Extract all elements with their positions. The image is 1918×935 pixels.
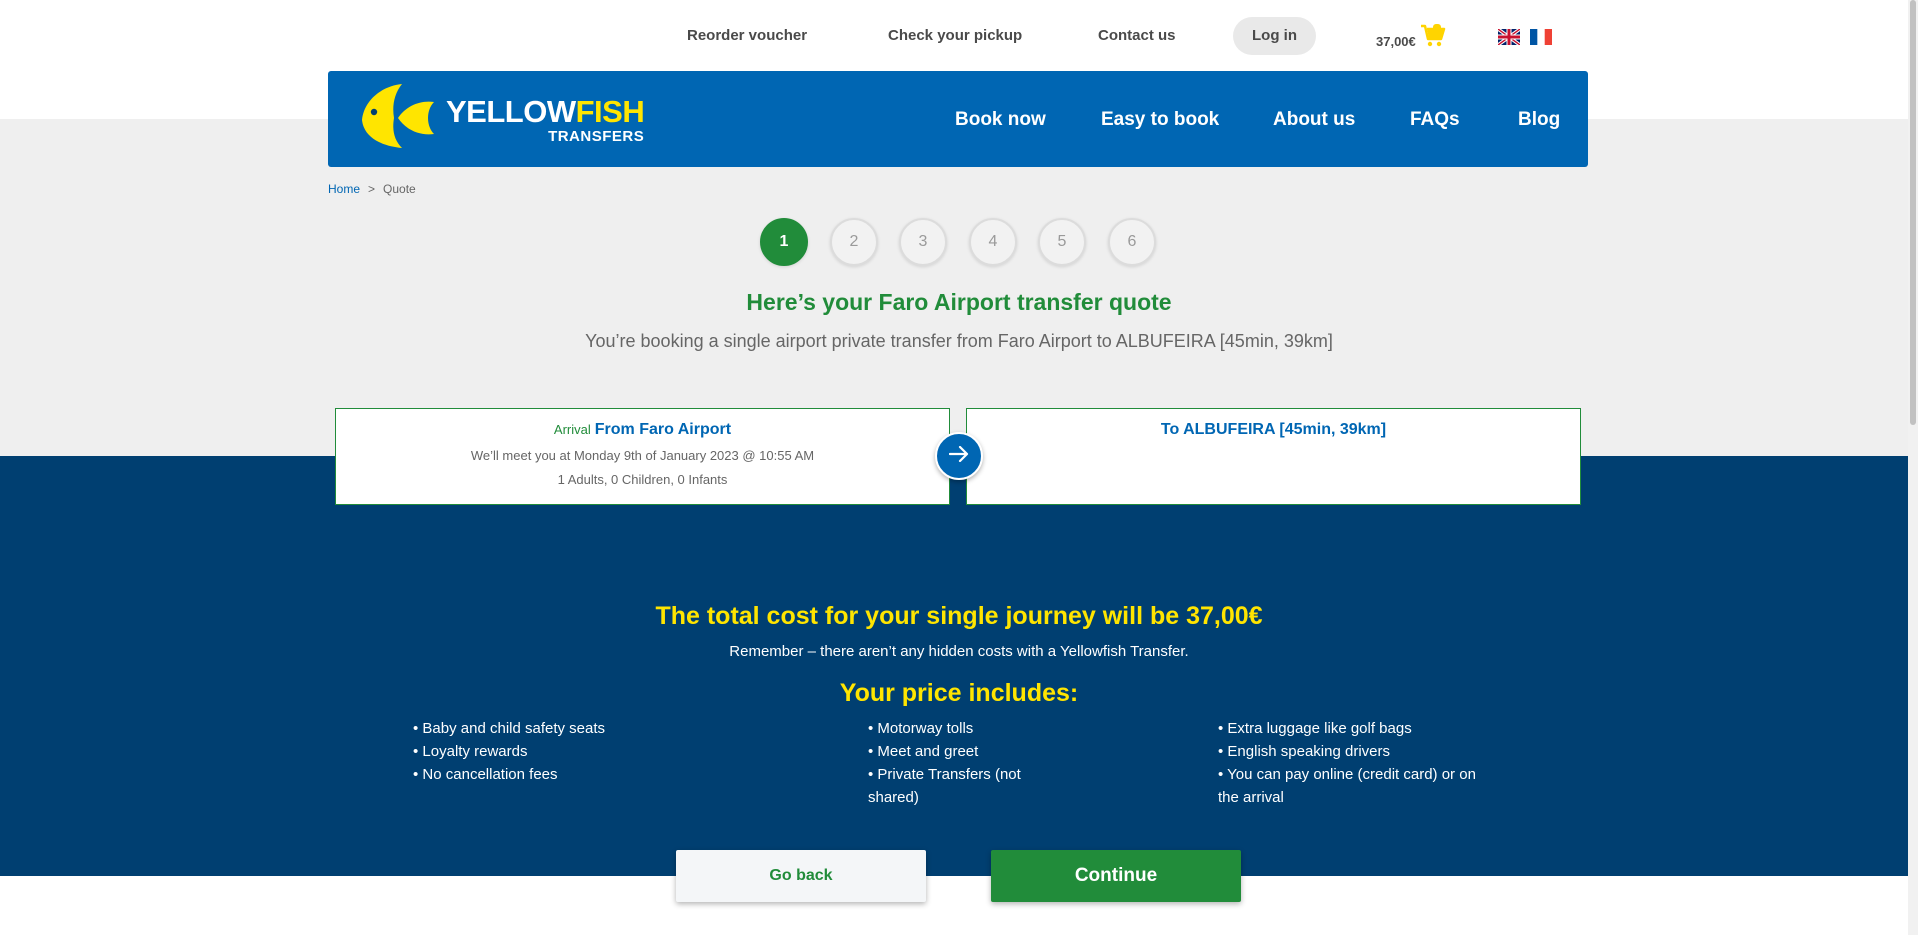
list-item: shared) [868, 789, 919, 806]
shopping-cart-icon [1420, 24, 1446, 53]
journey-to-card: To ALBUFEIRA [45min, 39km] [966, 408, 1581, 505]
includes-column-1: • Baby and child safety seats • Loyalty … [413, 717, 605, 786]
list-item: the arrival [1218, 789, 1284, 806]
from-title: From Faro Airport [594, 421, 732, 438]
nav-blog[interactable]: Blog [1518, 109, 1560, 131]
list-item: • English speaking drivers [1218, 743, 1391, 760]
list-item: • Meet and greet [868, 743, 979, 760]
fish-logo-icon [354, 82, 438, 157]
logo-subtitle: TRANSFERS [548, 127, 645, 145]
nav-easy-to-book[interactable]: Easy to book [1101, 109, 1219, 131]
logo-wordmark: YELLOWFISH TRANSFERS [446, 93, 645, 145]
page-scrollbar[interactable] [1908, 0, 1918, 935]
arrow-right-icon [948, 445, 969, 467]
breadcrumb: Home > Quote [328, 182, 416, 196]
step-3[interactable]: 3 [899, 218, 947, 266]
step-4[interactable]: 4 [969, 218, 1017, 266]
list-item: • Private Transfers (not [868, 766, 1021, 783]
logo-brand-yellow: FISH [575, 93, 645, 129]
list-item: • Extra luggage like golf bags [1218, 720, 1412, 737]
list-item: • Baby and child safety seats [413, 720, 606, 737]
top-utility-bar: Reorder voucher Check your pickup Contac… [0, 0, 1918, 72]
quote-subtitle: You’re booking a single airport private … [585, 331, 1333, 351]
go-back-button[interactable]: Go back [676, 850, 926, 902]
breadcrumb-separator: > [368, 182, 376, 196]
step-6[interactable]: 6 [1108, 218, 1156, 266]
cart-button[interactable]: 37,00€ [1376, 24, 1446, 53]
journey-from-card: Arrival From Faro Airport We’ll meet you … [335, 408, 950, 505]
nav-faqs[interactable]: FAQs [1410, 109, 1460, 131]
en-flag-icon[interactable] [1498, 29, 1520, 45]
price-includes-heading: Your price includes: [839, 679, 1079, 707]
arrival-label: Arrival [553, 422, 591, 437]
passenger-count: 1 Adults, 0 Children, 0 Infants [557, 472, 728, 487]
gray-background-band [0, 119, 1918, 457]
meet-time: We’ll meet you at Monday 9th of January … [470, 448, 815, 463]
includes-column-3: • Extra luggage like golf bags • English… [1218, 717, 1476, 809]
breadcrumb-home[interactable]: Home [328, 182, 360, 196]
step-1[interactable]: 1 [760, 218, 808, 266]
list-item: • You can pay online (credit card) or on [1218, 766, 1476, 783]
step-5[interactable]: 5 [1038, 218, 1086, 266]
reorder-voucher-link[interactable]: Reorder voucher [687, 27, 807, 44]
step-2[interactable]: 2 [830, 218, 878, 266]
scrollbar-thumb[interactable] [1910, 0, 1916, 425]
total-cost-heading: The total cost for your single journey w… [655, 602, 1263, 630]
list-item: • Motorway tolls [868, 720, 974, 737]
contact-us-link[interactable]: Contact us [1098, 27, 1176, 44]
no-hidden-costs-note: Remember – there aren’t any hidden costs… [729, 643, 1189, 660]
main-header: YELLOWFISH TRANSFERS Book now Easy to bo… [328, 71, 1588, 167]
includes-column-2: • Motorway tolls • Meet and greet • Priv… [868, 717, 1021, 809]
nav-book-now[interactable]: Book now [955, 109, 1046, 131]
login-button[interactable]: Log in [1233, 17, 1316, 55]
dark-blue-section [0, 456, 1918, 876]
cart-amount: 37,00€ [1376, 34, 1416, 49]
to-title: To ALBUFEIRA [45min, 39km] [1160, 421, 1387, 438]
continue-button[interactable]: Continue [991, 850, 1241, 902]
check-pickup-link[interactable]: Check your pickup [888, 27, 1022, 44]
logo-brand-white: YELLOW [446, 93, 576, 129]
yellowfish-logo[interactable]: YELLOWFISH TRANSFERS [354, 82, 645, 157]
quote-title: Here’s your Faro Airport transfer quote [746, 289, 1172, 315]
page: Reorder voucher Check your pickup Contac… [0, 0, 1918, 935]
breadcrumb-current: Quote [383, 182, 416, 196]
list-item: • No cancellation fees [413, 766, 558, 783]
journey-arrow-button[interactable] [935, 432, 983, 480]
list-item: • Loyalty rewards [413, 743, 528, 760]
nav-about-us[interactable]: About us [1273, 109, 1355, 131]
fr-flag-icon[interactable] [1530, 29, 1552, 45]
